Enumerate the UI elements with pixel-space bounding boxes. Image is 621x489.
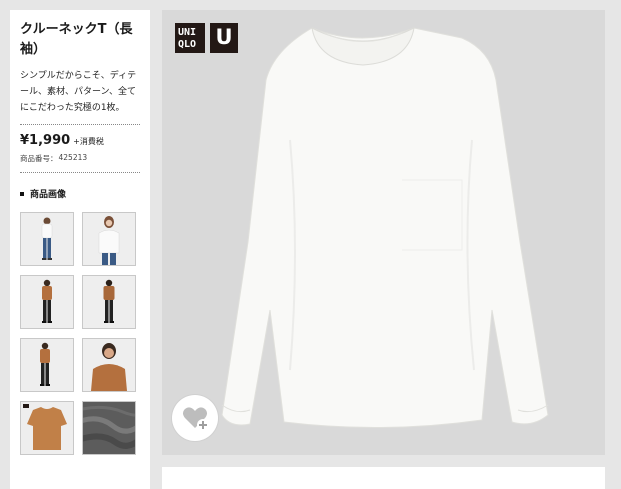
thumbnail-model-brown-full-2[interactable] [20, 338, 74, 392]
thumbnail-model-white-front[interactable] [82, 212, 136, 266]
tax-note: +消費税 [73, 137, 104, 146]
thumbnail-model-white-full[interactable] [20, 212, 74, 266]
main-product-image[interactable]: UNI QLO U [162, 10, 605, 455]
product-description: シンプルだからこそ、ディテール、素材、パターン、全てにこだわった究極の1枚。 [20, 71, 137, 113]
thumbnail-grid [20, 212, 140, 455]
price-row: ¥1,990 +消費税 [20, 133, 140, 148]
product-number: 425213 [58, 153, 88, 162]
price: ¥1,990 [20, 133, 71, 148]
product-title: クルーネックT（長袖） [20, 22, 133, 57]
images-section-heading: 商品画像 [20, 187, 140, 200]
thumbnail-model-brown-closeup[interactable] [82, 338, 136, 392]
divider [20, 172, 140, 173]
divider [20, 124, 140, 125]
model-white-tee-front-icon [83, 213, 135, 265]
thumbnail-model-brown-full[interactable] [20, 275, 74, 329]
product-number-label: 商品番号： [20, 154, 58, 163]
model-brown-tee-full-body-2-icon [21, 339, 73, 391]
brown-tee-flat-icon [21, 402, 73, 454]
model-brown-tee-closeup-icon [83, 339, 135, 391]
thumbnail-brown-tee-flat[interactable] [20, 401, 74, 455]
thumbnail-fabric-texture[interactable] [82, 401, 136, 455]
product-info-sidebar: クルーネックT（長袖） シンプルだからこそ、ディテール、素材、パターン、全てにこ… [10, 10, 150, 489]
model-brown-tee-back-icon [83, 276, 135, 328]
thumbnail-model-brown-back[interactable] [82, 275, 136, 329]
model-brown-tee-full-body-icon [21, 276, 73, 328]
heart-plus-icon [183, 407, 209, 431]
fabric-texture-icon [83, 402, 135, 454]
bottom-panel [162, 467, 605, 489]
white-long-sleeve-tee-icon [221, 27, 549, 429]
favorite-button[interactable] [172, 395, 218, 441]
product-number-row: 商品番号： 425213 [20, 153, 140, 164]
bullet-icon [20, 191, 24, 196]
model-white-tee-full-body-icon [21, 213, 73, 265]
images-section-title: 商品画像 [30, 190, 67, 200]
